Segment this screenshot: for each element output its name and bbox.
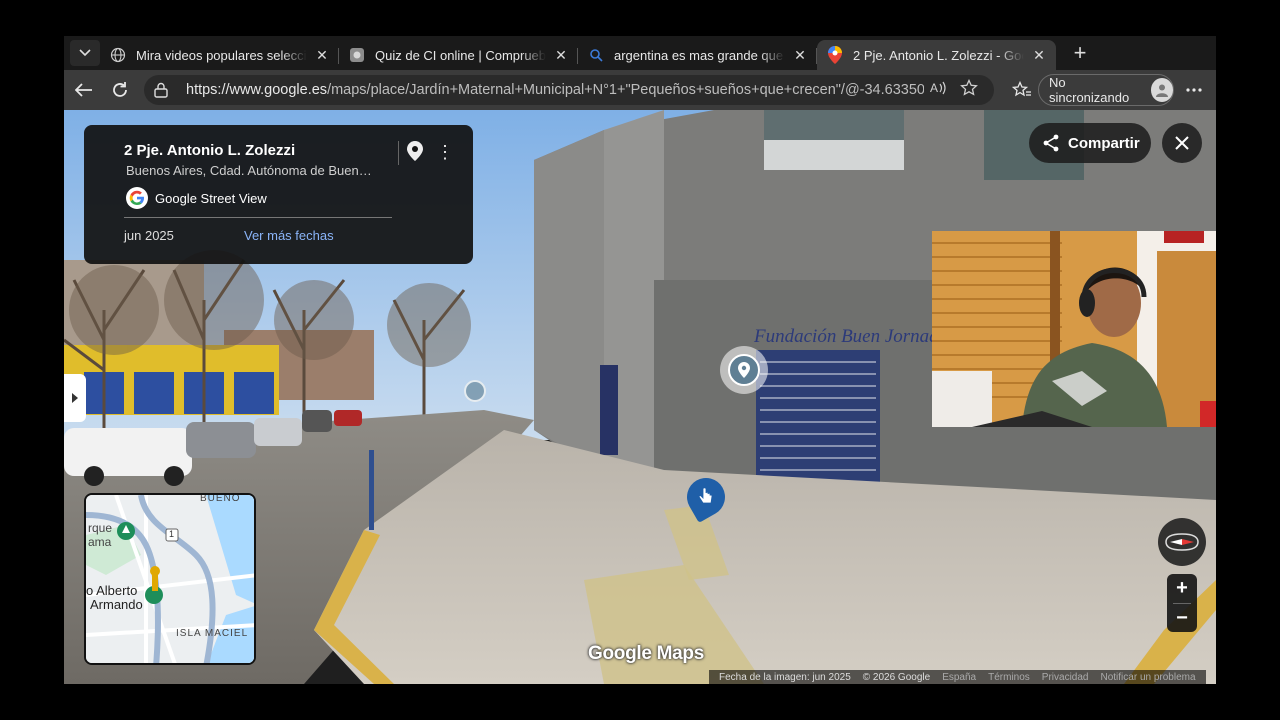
- location-pin-icon[interactable]: [407, 141, 423, 166]
- url-path: /maps/place/Jardín+Maternal+Municipal+N°…: [327, 82, 924, 98]
- divider: [398, 141, 399, 165]
- report-problem-link[interactable]: Notificar un problema: [1101, 672, 1196, 683]
- wall-sign-text: Fundación Buen Jornada: [753, 326, 948, 347]
- street-view-source: Google Street View: [126, 187, 267, 209]
- person-icon: [1155, 84, 1168, 97]
- copyright: © 2026 Google: [862, 671, 931, 683]
- share-button[interactable]: Compartir: [1029, 123, 1151, 163]
- tab-close-icon[interactable]: ✕: [791, 47, 809, 64]
- divider: [124, 217, 392, 218]
- street-view-nav-marker[interactable]: [464, 380, 486, 402]
- tab-close-icon[interactable]: ✕: [313, 47, 331, 64]
- place-title: 2 Pje. Antonio L. Zolezzi: [124, 142, 296, 159]
- chevron-right-icon: [72, 393, 78, 403]
- google-maps-logo: Google Maps: [588, 643, 704, 664]
- address-bar[interactable]: https://www.google.es/maps/place/Jardín+…: [144, 75, 994, 105]
- street-view-place-marker[interactable]: [720, 346, 768, 394]
- browser-toolbar: https://www.google.es/maps/place/Jardín+…: [64, 70, 1216, 110]
- privacy-link[interactable]: Privacidad: [1042, 672, 1089, 683]
- favorites-icon: [1012, 81, 1031, 97]
- google-logo-icon: [126, 187, 148, 209]
- tab-title: 2 Pje. Antonio L. Zolezzi - Google Maps: [853, 47, 1024, 63]
- map-label: ISLA MACIEL: [176, 628, 249, 639]
- location-pin-icon: [738, 362, 750, 378]
- reload-button[interactable]: [102, 74, 138, 106]
- share-icon: [1043, 134, 1059, 152]
- close-street-view-button[interactable]: [1162, 123, 1202, 163]
- chevron-down-icon: [79, 49, 91, 57]
- tab-title: argentina es mas grande que colombia: [614, 47, 785, 63]
- search-icon: [588, 47, 604, 63]
- image-date: Fecha de la imagen: jun 2025: [719, 671, 851, 683]
- country-link[interactable]: España: [942, 672, 976, 683]
- webcam-image: [932, 231, 1216, 427]
- compass-button[interactable]: [1158, 518, 1206, 566]
- star-icon[interactable]: [954, 78, 984, 101]
- arrow-left-icon: [75, 83, 92, 97]
- webcam-overlay: [932, 231, 1216, 427]
- map-label: ama: [88, 535, 112, 549]
- close-icon: [1175, 136, 1189, 150]
- settings-more-button[interactable]: [1176, 74, 1212, 106]
- maps-icon: [827, 46, 843, 64]
- svg-text:A: A: [930, 81, 938, 95]
- compass-icon: [1165, 533, 1199, 551]
- lock-icon: [154, 82, 172, 98]
- tab-google-maps[interactable]: 2 Pje. Antonio L. Zolezzi - Google Maps …: [817, 40, 1056, 70]
- zoom-out-button[interactable]: −: [1167, 604, 1197, 633]
- expand-side-panel-button[interactable]: [64, 374, 86, 422]
- map-footer: Fecha de la imagen: jun 2025 © 2026 Goog…: [709, 670, 1206, 684]
- mini-map[interactable]: BUENO rque ama o Alberto Armando ISLA MA…: [84, 493, 256, 665]
- url-host: https://www.google.es: [186, 82, 328, 98]
- favorites-button[interactable]: [1004, 74, 1040, 106]
- avatar: [1150, 78, 1173, 102]
- source-label: Google Street View: [155, 190, 267, 206]
- tab-actions-menu-button[interactable]: [70, 40, 100, 66]
- zoom-control: + −: [1167, 574, 1197, 632]
- browser-window: Mira videos populares seleccionados ✕ Qu…: [64, 36, 1216, 684]
- street-view-panorama[interactable]: Fundación Buen Jornada 2 Pje. Antonio L.…: [64, 110, 1216, 684]
- see-more-dates-link[interactable]: Ver más fechas: [244, 228, 334, 243]
- url-text: https://www.google.es/maps/place/Jardín+…: [186, 82, 924, 98]
- tab-close-icon[interactable]: ✕: [1030, 47, 1048, 64]
- place-subtitle: Buenos Aires, Cdad. Autónoma de Buenos A…: [126, 163, 376, 178]
- map-label: o Alberto: [86, 583, 138, 598]
- share-label: Compartir: [1068, 134, 1140, 152]
- back-button[interactable]: [66, 74, 102, 106]
- terms-link[interactable]: Términos: [988, 672, 1030, 683]
- quiz-icon: [349, 47, 365, 63]
- more-horizontal-icon: [1186, 88, 1202, 92]
- tab-title: Quiz de CI online | Comprueba tu: [375, 47, 546, 63]
- map-label: BUENO: [200, 493, 241, 504]
- place-info-card: 2 Pje. Antonio L. Zolezzi Buenos Aires, …: [84, 125, 473, 264]
- map-label: Armando: [90, 597, 143, 612]
- hand-cursor-icon: [698, 487, 713, 504]
- tab-strip: Mira videos populares seleccionados ✕ Qu…: [64, 36, 1216, 70]
- zoom-in-button[interactable]: +: [1167, 574, 1197, 603]
- profile-sync-button[interactable]: No sincronizando: [1038, 74, 1174, 106]
- reload-icon: [113, 82, 127, 97]
- sync-label: No sincronizando: [1049, 75, 1130, 105]
- tab-title: Mira videos populares seleccionados: [136, 47, 307, 63]
- new-tab-button[interactable]: +: [1066, 39, 1094, 67]
- globe-icon: [110, 47, 126, 63]
- tab-videos[interactable]: Mira videos populares seleccionados ✕: [100, 40, 339, 70]
- tab-close-icon[interactable]: ✕: [552, 47, 570, 64]
- more-vertical-icon[interactable]: ⋮: [436, 143, 454, 161]
- capture-date: jun 2025: [124, 228, 174, 243]
- read-aloud-icon[interactable]: A: [924, 80, 954, 100]
- tab-quiz[interactable]: Quiz de CI online | Comprueba tu ✕: [339, 40, 578, 70]
- tab-search[interactable]: argentina es mas grande que colombia ✕: [578, 40, 817, 70]
- route-marker: 1: [169, 529, 175, 539]
- map-label: rque: [88, 521, 113, 535]
